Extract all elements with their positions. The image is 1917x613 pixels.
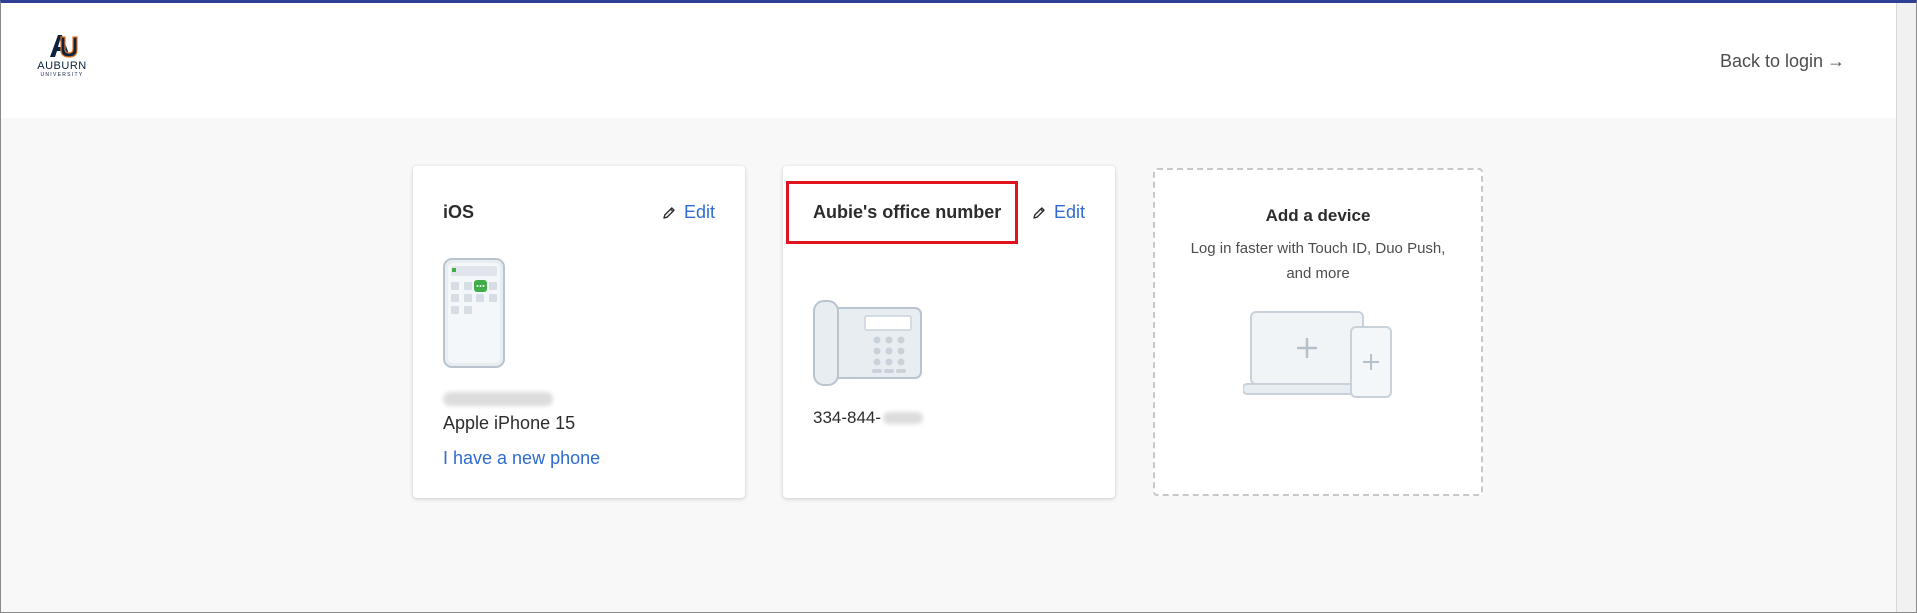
add-device-description: Log in faster with Touch ID, Duo Push, a… — [1190, 240, 1446, 282]
edit-label: Edit — [1053, 202, 1085, 222]
header: AUBURN UNIVERSITY Back to login → — [1, 3, 1897, 118]
logo-subtext: UNIVERSITY — [40, 72, 84, 78]
device-model: Apple iPhone 15 — [443, 413, 576, 433]
add-device-title: Add a device — [1265, 206, 1371, 225]
redacted-phone-suffix — [883, 412, 924, 424]
device-title: Aubie's office number — [813, 202, 1002, 222]
back-to-login-link[interactable]: Back to login → — [1720, 51, 1845, 72]
laptop-and-phone-icon — [1243, 311, 1392, 398]
redacted-phone-number — [443, 392, 553, 406]
edit-device-button[interactable]: Edit — [1032, 202, 1085, 223]
new-phone-link[interactable]: I have a new phone — [443, 448, 600, 469]
office-phone-number: 334-844- — [813, 408, 924, 428]
back-to-login-label: Back to login — [1719, 51, 1823, 71]
edit-device-button[interactable]: Edit — [662, 202, 715, 223]
phone-number-prefix: 334-844- — [813, 408, 882, 427]
au-logo-icon — [50, 35, 78, 58]
device-title: iOS — [443, 202, 475, 222]
smartphone-icon — [443, 258, 505, 368]
logo-wordmark: AUBURN — [37, 60, 87, 72]
add-device-card[interactable]: Add a device Log in faster with Touch ID… — [1153, 168, 1483, 496]
pencil-icon — [1033, 206, 1045, 219]
device-card-office-phone: Aubie's office number Edit 334-844- — [783, 166, 1115, 498]
arrow-right-icon: → — [1827, 51, 1845, 71]
edit-label: Edit — [683, 202, 715, 222]
desk-phone-icon — [813, 300, 922, 386]
page-frame: AUBURN UNIVERSITY Back to login → iOS Edi… — [0, 0, 1917, 613]
auburn-logo: AUBURN UNIVERSITY — [27, 33, 97, 91]
pencil-icon — [663, 206, 675, 219]
vertical-scrollbar[interactable] — [1896, 3, 1916, 612]
device-card-ios: iOS Edit Apple iPhone 15 I have a new ph… — [413, 166, 745, 498]
